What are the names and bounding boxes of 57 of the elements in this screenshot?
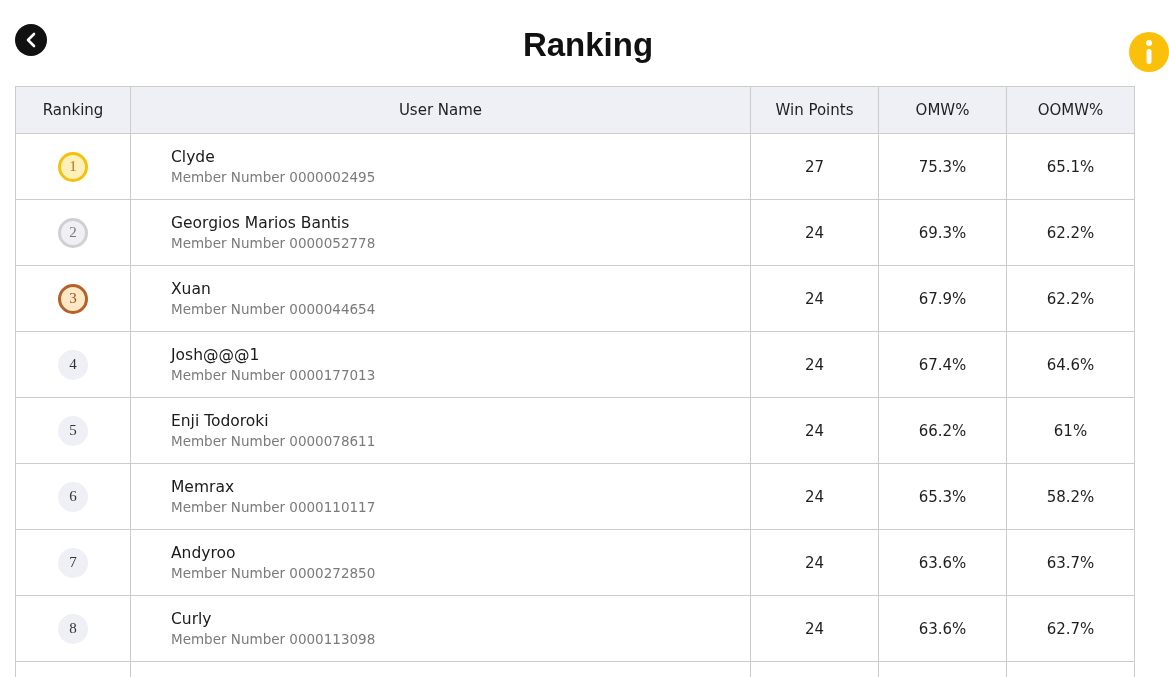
column-header: OOMW% — [1007, 87, 1135, 134]
omw-value: 63.6% — [918, 553, 967, 572]
user-name: Memrax — [171, 478, 236, 496]
column-header: OMW% — [879, 87, 1007, 134]
column-header: User Name — [131, 87, 751, 134]
win-points: 24 — [804, 619, 825, 638]
omw-value: 66.2% — [918, 421, 967, 440]
rank-badge: 7 — [58, 547, 88, 578]
member-number: Member Number 0000177013 — [171, 367, 376, 383]
member-number: Member Number 0000002495 — [171, 169, 376, 185]
oomw-value: 61% — [1053, 421, 1088, 440]
oomw-value: 64.6% — [1046, 355, 1095, 374]
oomw-value: 62.2% — [1046, 223, 1095, 242]
user-name: Josh@@@1 — [171, 346, 261, 364]
info-icon — [1145, 39, 1153, 65]
omw-value: 67.4% — [918, 355, 967, 374]
page-title: Ranking — [522, 26, 654, 64]
omw-value: 69.3% — [918, 223, 967, 242]
user-name: Enji Todoroki — [171, 412, 270, 430]
oomw-value: 58.2% — [1046, 487, 1095, 506]
oomw-value: 62.2% — [1046, 289, 1095, 308]
win-points: 24 — [804, 289, 825, 308]
oomw-value: 63.7% — [1046, 553, 1095, 572]
member-number: Member Number 0000052778 — [171, 235, 376, 251]
oomw-value: 62.7% — [1046, 619, 1095, 638]
column-header: Ranking — [16, 87, 131, 134]
omw-value: 67.9% — [918, 289, 967, 308]
omw-value: 75.3% — [918, 157, 967, 176]
omw-value: 65.3% — [918, 487, 967, 506]
user-name: Clyde — [171, 148, 216, 166]
win-points: 24 — [804, 355, 825, 374]
win-points: 24 — [804, 223, 825, 242]
rank-badge: 4 — [58, 349, 88, 380]
win-points: 24 — [804, 421, 825, 440]
member-number: Member Number 0000272850 — [171, 565, 376, 581]
oomw-value: 65.1% — [1046, 157, 1095, 176]
win-points: 24 — [804, 553, 825, 572]
win-points: 27 — [804, 157, 825, 176]
omw-value: 63.6% — [918, 619, 967, 638]
member-number: Member Number 0000044654 — [171, 301, 376, 317]
rank-badge: 1 — [58, 151, 88, 182]
column-header: Win Points — [751, 87, 879, 134]
win-points: 24 — [804, 487, 825, 506]
member-number: Member Number 0000110117 — [171, 499, 376, 515]
user-name: Georgios Marios Bantis — [171, 214, 351, 232]
member-number: Member Number 0000113098 — [171, 631, 376, 647]
rank-badge: 3 — [58, 283, 88, 314]
back-button[interactable] — [15, 24, 47, 56]
chevron-left-icon — [25, 32, 37, 48]
rank-badge: 5 — [58, 415, 88, 446]
user-name: Curly — [171, 610, 213, 628]
user-name: Andyroo — [171, 544, 237, 562]
rank-badge: 2 — [58, 217, 88, 248]
rank-badge: 6 — [58, 481, 88, 512]
member-number: Member Number 0000078611 — [171, 433, 376, 449]
rank-badge: 8 — [58, 613, 88, 644]
user-name: Xuan — [171, 280, 212, 298]
